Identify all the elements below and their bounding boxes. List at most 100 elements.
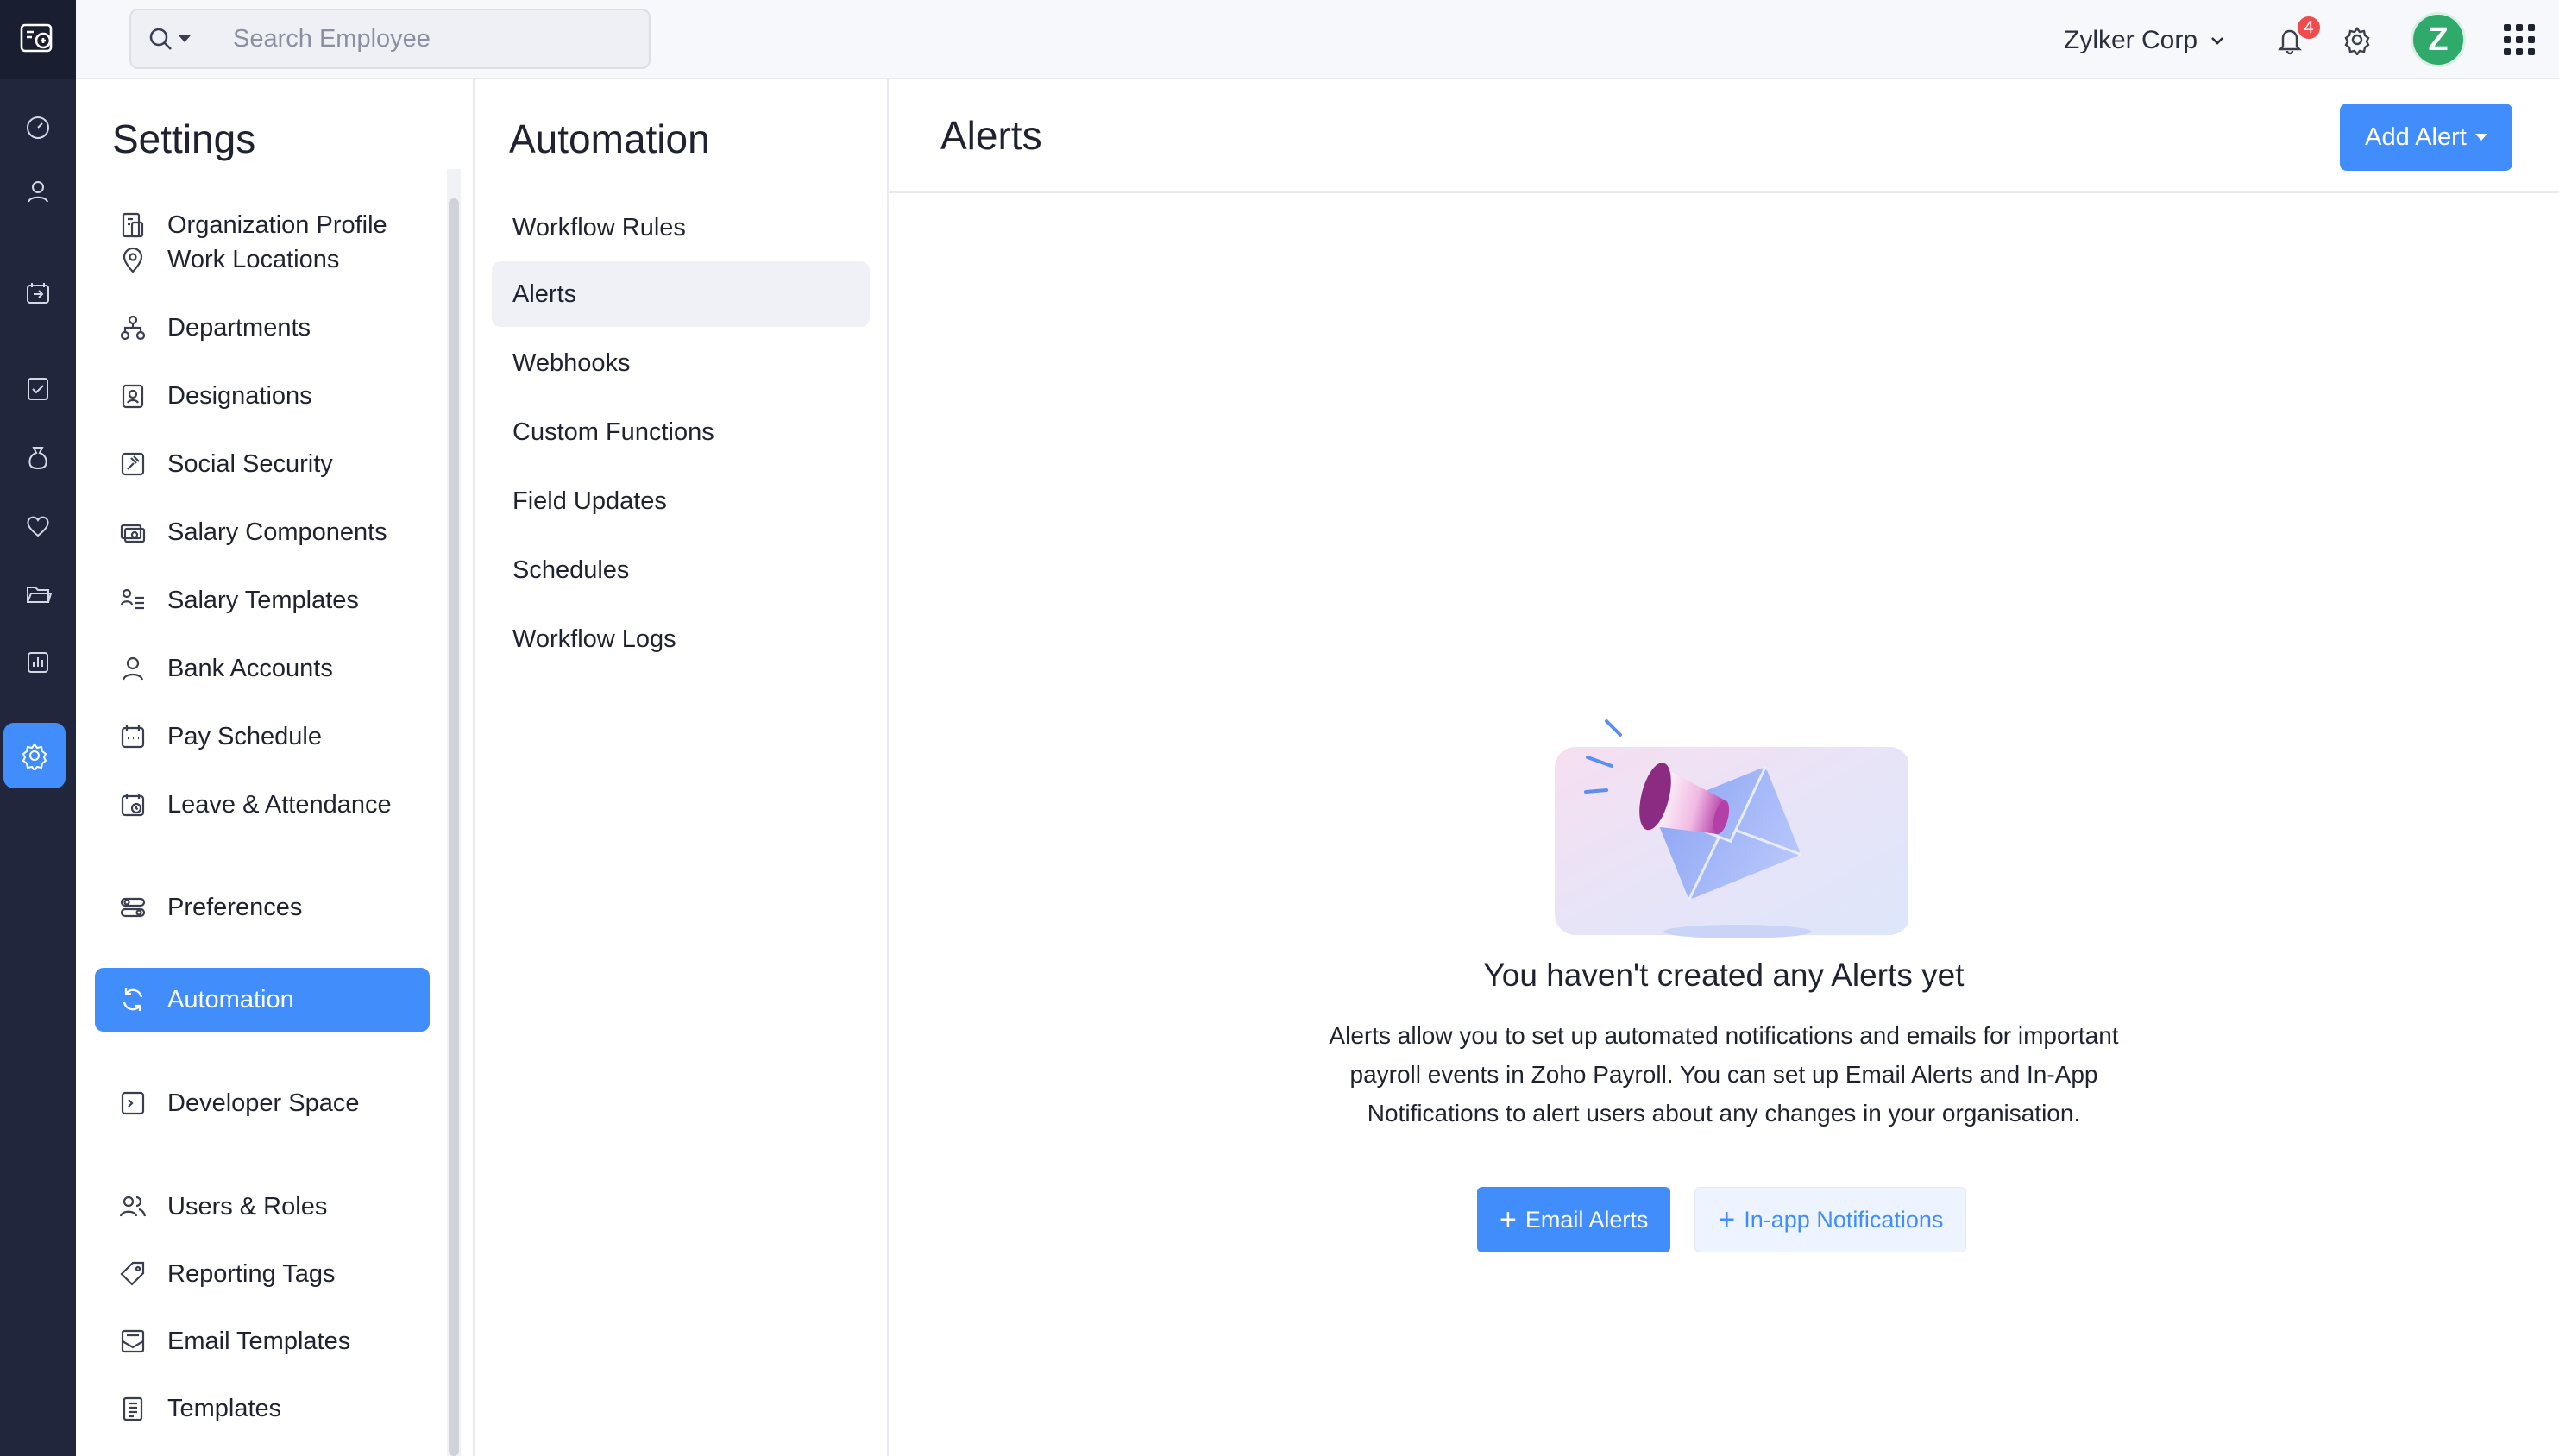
search-box[interactable] bbox=[129, 9, 651, 69]
users-icon bbox=[114, 1188, 152, 1226]
inapp-notifications-button[interactable]: + In-app Notifications bbox=[1694, 1187, 1967, 1252]
settings-button[interactable] bbox=[2338, 21, 2376, 59]
settings-item-salary-components[interactable]: Salary Components bbox=[95, 500, 430, 564]
add-alert-button[interactable]: Add Alert bbox=[2340, 104, 2512, 171]
settings-item-label: Automation bbox=[167, 985, 294, 1014]
payroll-logo-icon bbox=[20, 23, 53, 53]
plus-icon: + bbox=[1500, 1203, 1517, 1236]
settings-scrollbar-thumb[interactable] bbox=[449, 198, 459, 1456]
search-input[interactable] bbox=[233, 24, 647, 53]
id-badge-icon bbox=[114, 377, 152, 415]
notification-badge: 4 bbox=[2295, 14, 2323, 41]
settings-item-label: Email Templates bbox=[167, 1327, 351, 1355]
megaphone-envelope-illustration bbox=[1555, 719, 1908, 938]
terminal-icon bbox=[114, 1084, 152, 1122]
empty-state-description-line: payroll events in Zoho Payroll. You can … bbox=[1349, 1061, 2098, 1088]
documents-icon[interactable] bbox=[16, 571, 60, 616]
pay-runs-icon[interactable] bbox=[16, 271, 60, 316]
settings-item-label: Salary Components bbox=[167, 518, 387, 546]
settings-item-label: Departments bbox=[167, 313, 311, 342]
empty-state-description-line: Alerts allow you to set up automated not… bbox=[1329, 1022, 2119, 1049]
user-template-icon bbox=[114, 581, 152, 619]
tag-icon bbox=[114, 1255, 152, 1293]
app-logo[interactable] bbox=[0, 0, 76, 79]
calendar-icon bbox=[114, 718, 152, 756]
submenu-item-alerts[interactable]: Alerts bbox=[492, 261, 870, 327]
settings-item-label: Preferences bbox=[167, 893, 303, 921]
benefits-icon[interactable] bbox=[16, 504, 60, 549]
settings-item-label: Social Security bbox=[167, 449, 333, 478]
settings-item-label: Pay Schedule bbox=[167, 722, 322, 750]
settings-item-users-roles[interactable]: Users & Roles bbox=[95, 1175, 430, 1239]
settings-item-preferences[interactable]: Preferences bbox=[95, 875, 430, 939]
settings-item-label: Work Locations bbox=[167, 245, 340, 273]
avatar[interactable]: Z bbox=[2411, 12, 2466, 67]
settings-item-label: Leave & Attendance bbox=[167, 790, 392, 819]
settings-item-label: Reporting Tags bbox=[167, 1259, 336, 1288]
chevron-down-icon bbox=[2474, 134, 2487, 141]
settings-item-social-security[interactable]: Social Security bbox=[95, 432, 430, 496]
settings-item-developer-space[interactable]: Developer Space bbox=[95, 1071, 430, 1135]
empty-state-description-line: Notifications to alert users about any c… bbox=[1367, 1100, 2081, 1127]
settings-item-automation[interactable]: Automation bbox=[95, 968, 430, 1032]
chevron-down-icon bbox=[179, 35, 191, 42]
empty-state-description: Alerts allow you to set up automated not… bbox=[1267, 1016, 2181, 1133]
settings-item-label: Salary Templates bbox=[167, 586, 359, 614]
app-rail bbox=[0, 0, 76, 1456]
app-root: Zylker Corp 4 Z Settings Organization Pr… bbox=[0, 0, 2559, 1456]
chevron-down-icon bbox=[2211, 37, 2223, 45]
location-pin-icon bbox=[114, 241, 152, 279]
email-alerts-label: Email Alerts bbox=[1525, 1206, 1649, 1233]
settings-item-label: Templates bbox=[167, 1394, 282, 1422]
page-title: Alerts bbox=[940, 113, 1042, 158]
sync-icon bbox=[114, 981, 152, 1019]
settings-item-label: Bank Accounts bbox=[167, 654, 333, 682]
automation-title: Automation bbox=[509, 116, 710, 161]
settings-item-salary-templates[interactable]: Salary Templates bbox=[95, 568, 430, 632]
gavel-icon bbox=[114, 445, 152, 483]
approvals-icon[interactable] bbox=[16, 366, 60, 411]
search-filter-toggle[interactable] bbox=[131, 10, 207, 67]
reports-icon[interactable] bbox=[16, 640, 60, 685]
settings-panel: Settings Organization Profile Work Locat… bbox=[76, 79, 475, 1456]
submenu-item-workflow-rules[interactable]: Workflow Rules bbox=[492, 195, 870, 260]
empty-state-actions: + Email Alerts + In-app Notifications bbox=[1477, 1187, 1967, 1252]
settings-item-reporting-tags[interactable]: Reporting Tags bbox=[95, 1242, 430, 1306]
submenu-item-field-updates[interactable]: Field Updates bbox=[492, 468, 870, 534]
org-name: Zylker Corp bbox=[2064, 26, 2198, 54]
settings-title: Settings bbox=[112, 116, 256, 161]
empty-state-title: You haven't created any Alerts yet bbox=[1483, 957, 1965, 993]
settings-item-leave-attendance[interactable]: Leave & Attendance bbox=[95, 773, 430, 837]
plus-icon: + bbox=[1718, 1203, 1736, 1236]
search-icon bbox=[149, 28, 172, 50]
page-header: Alerts Add Alert bbox=[889, 79, 2559, 193]
org-chart-icon bbox=[114, 309, 152, 347]
submenu-item-custom-functions[interactable]: Custom Functions bbox=[492, 399, 870, 465]
inapp-notifications-label: In-app Notifications bbox=[1744, 1206, 1944, 1233]
settings-item-label: Designations bbox=[167, 381, 312, 410]
org-switcher[interactable]: Zylker Corp bbox=[2064, 22, 2227, 59]
app-launcher-icon[interactable] bbox=[2504, 24, 2535, 55]
settings-item-email-templates[interactable]: Email Templates bbox=[95, 1309, 430, 1373]
calendar-clock-icon bbox=[114, 786, 152, 824]
add-alert-label: Add Alert bbox=[2365, 122, 2467, 151]
dashboard-icon[interactable] bbox=[16, 105, 60, 150]
employees-icon[interactable] bbox=[16, 169, 60, 214]
settings-item-work-locations[interactable]: Work Locations bbox=[95, 228, 430, 292]
loans-icon[interactable] bbox=[16, 435, 60, 480]
settings-item-departments[interactable]: Departments bbox=[95, 296, 430, 360]
user-icon bbox=[114, 650, 152, 687]
settings-item-bank-accounts[interactable]: Bank Accounts bbox=[95, 637, 430, 700]
email-alerts-button[interactable]: + Email Alerts bbox=[1477, 1187, 1671, 1252]
submenu-item-webhooks[interactable]: Webhooks bbox=[492, 330, 870, 396]
settings-item-pay-schedule[interactable]: Pay Schedule bbox=[95, 705, 430, 769]
settings-item-label: Users & Roles bbox=[167, 1192, 328, 1221]
alerts-content: Alerts Add Alert You haven't created any… bbox=[889, 79, 2559, 1456]
submenu-item-workflow-logs[interactable]: Workflow Logs bbox=[492, 606, 870, 672]
document-icon bbox=[114, 1390, 152, 1428]
settings-item-templates[interactable]: Templates bbox=[95, 1377, 430, 1440]
submenu-item-schedules[interactable]: Schedules bbox=[492, 537, 870, 603]
automation-panel: Automation Workflow Rules Alerts Webhook… bbox=[475, 79, 889, 1456]
settings-item-designations[interactable]: Designations bbox=[95, 364, 430, 428]
settings-icon[interactable] bbox=[3, 723, 66, 788]
